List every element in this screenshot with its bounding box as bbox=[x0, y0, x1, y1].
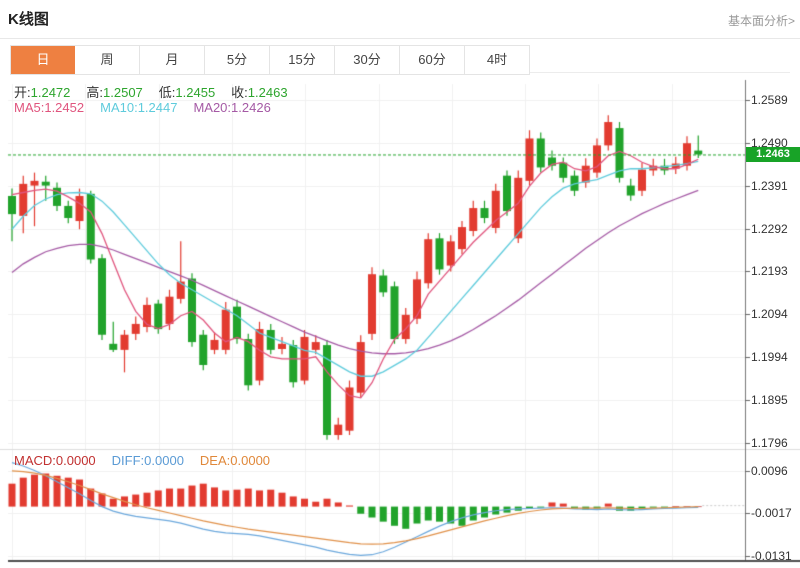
ma10-legend-value: 1.2447 bbox=[137, 100, 178, 115]
tab-15min[interactable]: 15分 bbox=[270, 46, 335, 74]
ohlc-open: 开:1.2472 bbox=[14, 85, 70, 100]
macd-axis-label: 0.0096 bbox=[751, 463, 788, 478]
dea-legend-value: 0.0000 bbox=[230, 453, 271, 468]
ma20-legend-label: MA20: bbox=[193, 100, 232, 115]
ma5-legend-label: MA5: bbox=[14, 100, 45, 115]
ma10-legend: MA10:1.2447 bbox=[100, 100, 177, 115]
kline-page: { "header": { "title": "K线图", "link": "基… bbox=[0, 0, 800, 568]
tab-bar-extension-line bbox=[520, 72, 790, 73]
ohlc-low-value: 1.2455 bbox=[175, 85, 216, 100]
header-divider bbox=[0, 38, 800, 39]
ma10-legend-label: MA10: bbox=[100, 100, 138, 115]
price-axis-label: 1.1796 bbox=[751, 435, 788, 450]
price-axis-label: 1.2094 bbox=[751, 307, 788, 322]
ma5-legend-value: 1.2452 bbox=[44, 100, 85, 115]
diff-legend: DIFF:0.0000 bbox=[112, 453, 184, 468]
tab-month[interactable]: 月 bbox=[140, 46, 205, 74]
ohlc-open-label: 开: bbox=[14, 85, 31, 100]
macd-legend-value: 0.0000 bbox=[55, 453, 96, 468]
ohlc-legend: 开:1.2472 高:1.2507 低:1.2455 收:1.2463 bbox=[14, 82, 304, 101]
ma20-legend: MA20:1.2426 bbox=[193, 100, 270, 115]
current-price-badge: 1.2463 bbox=[746, 146, 800, 162]
ohlc-low-label: 低: bbox=[158, 85, 176, 100]
tab-day[interactable]: 日 bbox=[11, 46, 75, 74]
ohlc-low: 低:1.2455 bbox=[159, 85, 215, 100]
ohlc-open-value: 1.2472 bbox=[30, 85, 71, 100]
ma-legend: MA5:1.2452 MA10:1.2447 MA20:1.2426 bbox=[14, 100, 287, 115]
ohlc-close-label: 收: bbox=[231, 85, 248, 100]
page-title: K线图 bbox=[8, 11, 49, 28]
macd-legend: MACD:0.0000 bbox=[14, 453, 96, 468]
tab-30min[interactable]: 30分 bbox=[335, 46, 400, 74]
ohlc-close: 收:1.2463 bbox=[231, 85, 287, 100]
dea-legend: DEA:0.0000 bbox=[200, 453, 270, 468]
macd-axis-label: -0.0017 bbox=[751, 505, 792, 520]
price-axis-label: 1.2391 bbox=[751, 178, 788, 193]
diff-legend-label: DIFF: bbox=[111, 453, 145, 468]
ohlc-high-label: 高: bbox=[86, 85, 104, 100]
ohlc-high: 高:1.2507 bbox=[86, 85, 142, 100]
price-axis-label: 1.1994 bbox=[751, 350, 788, 365]
price-axis-label: 1.1895 bbox=[751, 392, 788, 407]
ohlc-close-value: 1.2463 bbox=[247, 85, 288, 100]
diff-legend-value: 0.0000 bbox=[144, 453, 184, 468]
ma5-legend: MA5:1.2452 bbox=[14, 100, 84, 115]
tab-bar: 日周月 5分 15分 30分 60分 4时 bbox=[10, 45, 530, 75]
macd-axis-label: -0.0131 bbox=[751, 548, 792, 563]
price-axis-label: 1.2292 bbox=[751, 221, 788, 236]
tab-60min[interactable]: 60分 bbox=[400, 46, 465, 74]
ma20-legend-value: 1.2426 bbox=[231, 100, 271, 115]
dea-legend-label: DEA: bbox=[199, 453, 231, 468]
fundamental-analysis-link[interactable]: 基本面分析> bbox=[728, 12, 795, 29]
price-axis-label: 1.2589 bbox=[751, 93, 788, 107]
current-price-value: 1.2463 bbox=[756, 147, 790, 160]
tab-5min[interactable]: 5分 bbox=[205, 46, 270, 74]
price-axis-label: 1.2193 bbox=[751, 264, 788, 279]
macd-legend: MACD:0.0000 DIFF:0.0000 DEA:0.0000 bbox=[14, 453, 286, 468]
tab-4hour[interactable]: 4时 bbox=[465, 46, 529, 74]
ohlc-high-value: 1.2507 bbox=[103, 85, 143, 100]
macd-legend-label: MACD: bbox=[14, 453, 56, 468]
tab-week[interactable]: 周 bbox=[75, 46, 140, 74]
